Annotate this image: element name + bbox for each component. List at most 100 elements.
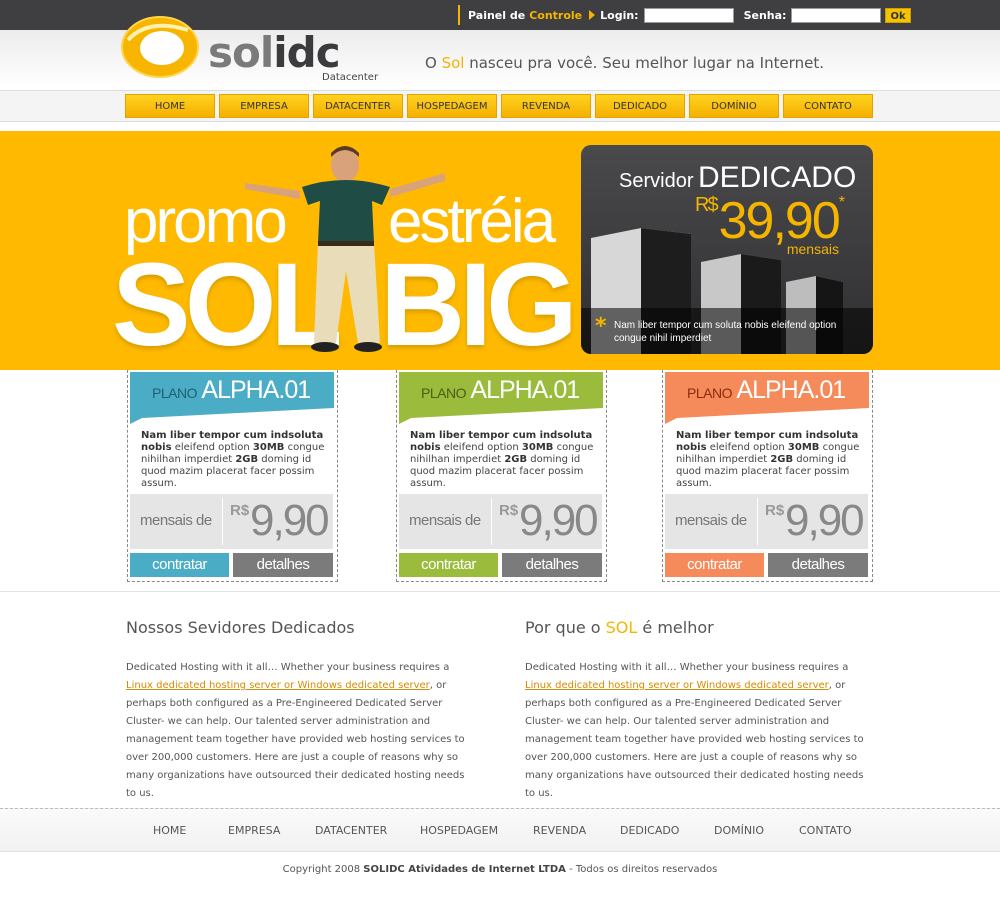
copyright: Copyright 2008 SOLIDC Atividades de Inte… (0, 864, 1000, 875)
copyright-company: SOLIDC Atividades de Internet LTDA (363, 864, 566, 875)
desc-6: 2GB (770, 454, 794, 465)
dedicated-title: Servidor DEDICADO (619, 161, 856, 195)
plan-name: ALPHA.01 (470, 376, 580, 404)
slogan-sol: Sol (441, 54, 465, 72)
desc-6: 2GB (235, 454, 259, 465)
desc-2: nobis (410, 442, 441, 453)
dedicated-price: R$39,90* (695, 194, 845, 248)
painel-label: Painel de (468, 8, 526, 22)
plan-price-box: mensais de R$ 9,90 (665, 494, 868, 549)
desc-1: Nam liber tempor cum indsoluta (410, 430, 593, 441)
footer-nav-empresa[interactable]: EMPRESA (228, 824, 280, 837)
logo-text[interactable]: solidc (208, 32, 341, 74)
plan-price: 9,90 (250, 496, 330, 545)
footer-nav-contato[interactable]: CONTATO (799, 824, 851, 837)
nav-contato[interactable]: CONTATO (783, 94, 873, 118)
divider (757, 498, 758, 545)
plan-title: PLANO ALPHA.01 (421, 376, 580, 404)
desc-2: nobis (676, 442, 707, 453)
plan-description: Nam liber tempor cum indsoluta nobis ele… (410, 430, 600, 490)
dedicated-period: mensais (786, 241, 839, 257)
why-title-pre: Por que o (525, 618, 606, 637)
footer-nav-dominio[interactable]: DOMÍNIO (714, 824, 764, 837)
senha-label: Senha: (743, 8, 787, 22)
nav-empresa[interactable]: EMPRESA (219, 94, 309, 118)
footer-nav-dedicado[interactable]: DEDICADO (620, 824, 679, 837)
servers-text: Dedicated Hosting with it all… Whether y… (126, 659, 476, 803)
footer-nav-hospedagem[interactable]: HOSPEDAGEM (420, 824, 498, 837)
detalhes-button[interactable]: detalhes (768, 553, 868, 577)
footer-nav-revenda[interactable]: REVENDA (533, 824, 586, 837)
dedicated-title-2: DEDICADO (697, 161, 857, 194)
plan-period: mensais de (140, 512, 212, 529)
main-nav: HOME EMPRESA DATACENTER HOSPEDAGEM REVEN… (125, 94, 873, 118)
plan-currency: R$ (230, 502, 250, 519)
login-label: Login: (600, 8, 639, 22)
why-sol-text: Dedicated Hosting with it all… Whether y… (525, 659, 875, 803)
nav-dominio[interactable]: DOMÍNIO (689, 94, 779, 118)
desc-4: 30MB (252, 442, 285, 453)
dedicated-server-link[interactable]: Linux dedicated hosting server or Window… (525, 680, 829, 691)
nav-datacenter[interactable]: DATACENTER (313, 94, 403, 118)
divider (491, 498, 492, 545)
plan-currency: R$ (765, 502, 785, 519)
detalhes-button[interactable]: detalhes (233, 553, 333, 577)
nav-hospedagem[interactable]: HOSPEDAGEM (407, 94, 497, 118)
plan-period: mensais de (409, 512, 481, 529)
servers-column: Nossos Sevidores Dedicados Dedicated Hos… (126, 618, 476, 803)
dedicated-note: * Nam liber tempor cum soluta nobis elei… (581, 308, 873, 354)
contratar-button[interactable]: contratar (665, 553, 764, 577)
desc-2: nobis (141, 442, 172, 453)
dedicated-note-text: Nam liber tempor cum soluta nobis eleife… (614, 320, 837, 344)
servers-title: Nossos Sevidores Dedicados (126, 618, 355, 637)
dedicated-server-link[interactable]: Linux dedicated hosting server or Window… (126, 680, 430, 691)
dedicated-server-card[interactable]: Servidor DEDICADO R$39,90* mensais * Nam… (581, 145, 873, 354)
man-photo (245, 146, 445, 352)
logo-idc: idc (273, 28, 340, 77)
plan-price: 9,90 (519, 496, 599, 545)
login-area: Painel de Controle Login: Senha: Ok (458, 5, 911, 25)
text-post: , or perhaps both configured as a Pre-En… (525, 680, 864, 799)
desc-3: eleifend option (706, 442, 788, 453)
dedicated-currency: R$ (695, 194, 719, 216)
plan-price-box: mensais de R$ 9,90 (130, 494, 333, 549)
text-pre: Dedicated Hosting with it all… Whether y… (126, 662, 450, 673)
contratar-button[interactable]: contratar (130, 553, 229, 577)
promo-banner[interactable]: promo estréia SOL BIG Servidor DEDICADO … (0, 131, 1000, 370)
why-title-sol: SOL (605, 618, 638, 637)
detalhes-button[interactable]: detalhes (502, 553, 602, 577)
why-title-post: é melhor (637, 618, 714, 637)
desc-6: 2GB (504, 454, 528, 465)
slogan: O Sol nasceu pra você. Seu melhor lugar … (425, 54, 824, 72)
plan-name: ALPHA.01 (736, 376, 846, 404)
plan-card-1: PLANO ALPHA.01 Nam liber tempor cum inds… (127, 370, 338, 582)
desc-4: 30MB (787, 442, 820, 453)
nav-home[interactable]: HOME (125, 94, 215, 118)
slogan-post: nasceu pra você. Seu melhor lugar na Int… (464, 54, 824, 72)
desc-3: eleifend option (440, 442, 522, 453)
plan-name: ALPHA.01 (201, 376, 311, 404)
ok-button[interactable]: Ok (885, 7, 911, 23)
plan-currency: R$ (499, 502, 519, 519)
senha-input[interactable] (791, 7, 882, 23)
login-input[interactable] (643, 7, 734, 23)
desc-1: Nam liber tempor cum indsoluta (141, 430, 324, 441)
plan-label: PLANO (152, 385, 197, 401)
footer-nav-home[interactable]: HOME (153, 824, 186, 837)
plan-card-2: PLANO ALPHA.01 Nam liber tempor cum inds… (396, 370, 607, 582)
arrow-right-icon (589, 10, 596, 20)
plan-description: Nam liber tempor cum indsoluta nobis ele… (141, 430, 331, 490)
plan-price-box: mensais de R$ 9,90 (399, 494, 602, 549)
controle-link[interactable]: Controle (529, 9, 582, 22)
plan-label: PLANO (687, 385, 732, 401)
dedicated-title-1: Servidor (619, 170, 694, 192)
text-post: , or perhaps both configured as a Pre-En… (126, 680, 465, 799)
logo-sol: sol (208, 28, 274, 77)
nav-dedicado[interactable]: DEDICADO (595, 94, 685, 118)
nav-revenda[interactable]: REVENDA (501, 94, 591, 118)
contratar-button[interactable]: contratar (399, 553, 498, 577)
footer-nav-datacenter[interactable]: DATACENTER (315, 824, 387, 837)
desc-4: 30MB (521, 442, 554, 453)
plan-card-3: PLANO ALPHA.01 Nam liber tempor cum inds… (662, 370, 873, 582)
copyright-pre: Copyright 2008 (282, 864, 364, 875)
